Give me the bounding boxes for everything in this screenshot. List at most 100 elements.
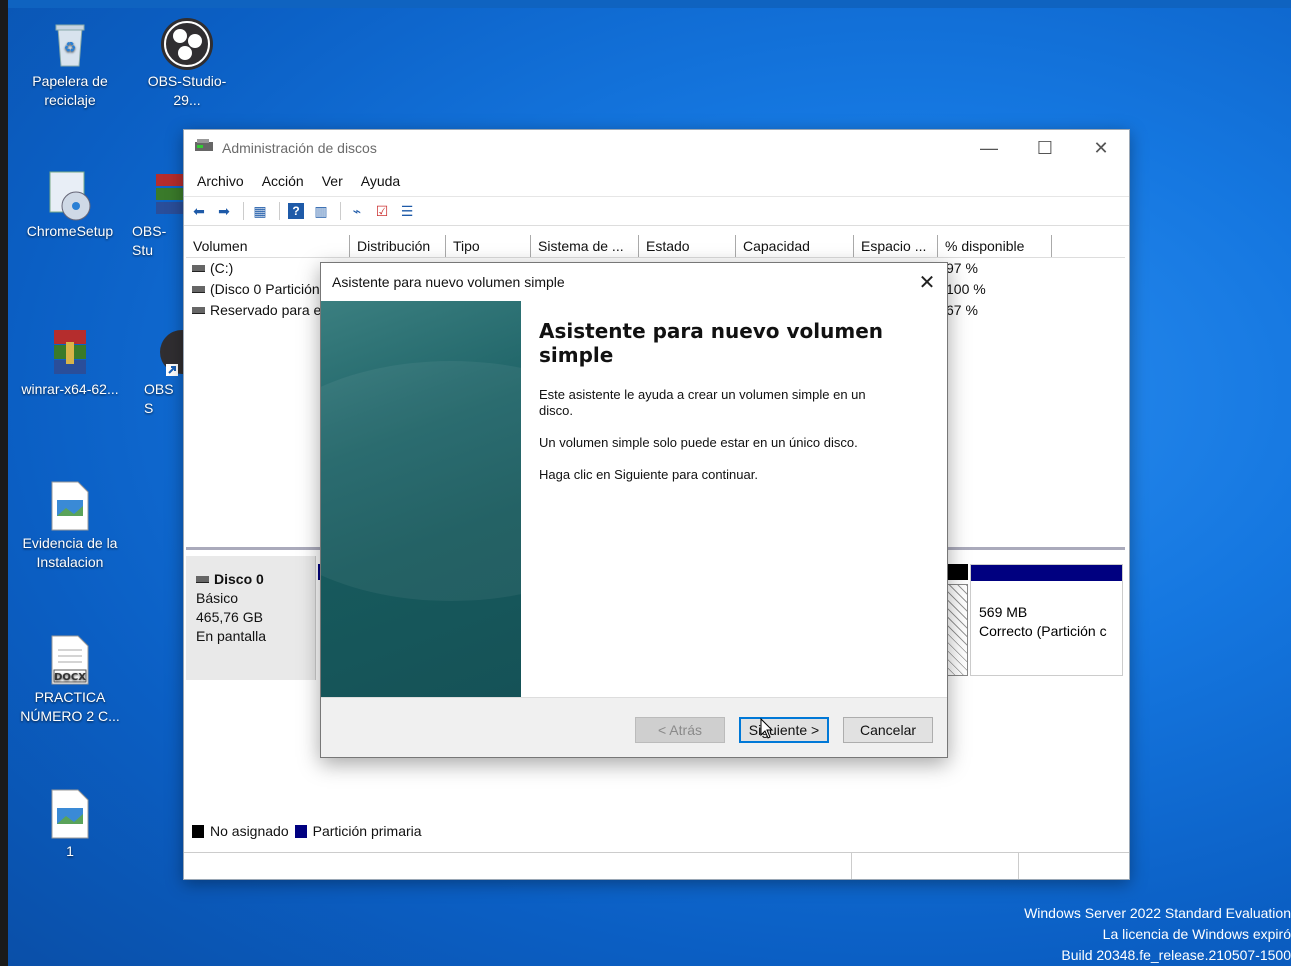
desktop-icon-recycle-bin[interactable]: ♻ Papelera de reciclaje [20,18,120,110]
close-button[interactable]: ✕ [1073,130,1129,166]
row-available: 67 % [946,302,978,318]
col-estado[interactable]: Estado [639,235,736,257]
windows-watermark: Windows Server 2022 Standard Evaluation … [1024,903,1291,966]
wizard-close-button[interactable]: ✕ [907,270,947,295]
obs-icon [161,18,213,70]
menu-archivo[interactable]: Archivo [188,173,253,189]
desktop-icon-label: winrar-x64-62... [21,381,119,397]
desktop-icon-1[interactable]: 1 [20,788,120,861]
minimize-icon: — [980,137,998,158]
desktop-icon-chromesetup[interactable]: ChromeSetup [20,168,120,241]
connect-icon[interactable]: ⌁ [346,201,368,221]
desktop-icon-evidencia[interactable]: Evidencia de la Instalacion [20,480,120,572]
disk-type: Básico [196,590,239,606]
cancel-button[interactable]: Cancelar [843,717,933,743]
primary-band [971,565,1122,581]
properties-icon[interactable]: ☰ [396,201,418,221]
desktop-icon-label: 1 [66,843,74,859]
maximize-button[interactable]: ☐ [1017,130,1073,166]
col-espacio[interactable]: Espacio ... [854,235,938,257]
desktop-icon-obs[interactable]: OBS-Studio-29... [137,18,237,110]
desktop-icon-label: Evidencia de la Instalacion [22,535,118,570]
status-divider [851,853,852,879]
cursor-arrow-icon [760,717,774,739]
maximize-icon: ☐ [1036,137,1054,158]
legend-primary: Partición primaria [312,823,422,839]
wizard-title: Asistente para nuevo volumen simple [332,274,565,290]
col-sistema[interactable]: Sistema de ... [531,235,639,257]
legend-unallocated-swatch [192,824,204,838]
col-tipo[interactable]: Tipo [446,235,531,257]
row-volume: (C:) [210,260,234,276]
desktop-icon-label: OBS-Studio-29... [147,73,227,108]
image-file-icon [44,480,96,532]
drive-icon [192,285,205,293]
console-tree-icon[interactable]: ▦ [249,201,271,221]
svg-text:DOCX: DOCX [54,672,86,683]
next-button[interactable]: Siguiente > [739,717,829,743]
status-divider [1018,853,1019,879]
disk-name: Disco 0 [214,571,264,587]
menu-accion[interactable]: Acción [253,173,313,189]
left-border [0,0,8,966]
wizard-body: Asistente para nuevo volumen simple Este… [321,301,947,698]
toolbar-separator [279,202,280,220]
back-button[interactable]: < Atrás [635,717,725,743]
row-volume: (Disco 0 Partición [210,281,320,297]
forward-arrow-icon[interactable]: ➡ [213,201,235,221]
wizard-titlebar[interactable]: Asistente para nuevo volumen simple ✕ [321,263,947,301]
disk-icon [196,576,209,583]
toolbar-separator [340,202,341,220]
row-available: 97 % [946,260,978,276]
partition-status: Correcto (Partición c [979,623,1107,639]
help-icon[interactable]: ? [285,201,307,221]
disk-0-info[interactable]: Disco 0 Básico 465,76 GB En pantalla [186,556,316,680]
menu-ver[interactable]: Ver [313,173,352,189]
col-distribucion[interactable]: Distribución [350,235,446,257]
partition-hatch [946,584,968,676]
disk-status: En pantalla [196,628,267,644]
minimize-button[interactable]: — [961,130,1017,166]
menu-ayuda[interactable]: Ayuda [352,173,409,189]
desktop-icon-label: OBS S [144,381,174,416]
status-bar [184,852,1129,879]
row-available: 100 % [946,281,986,297]
desktop-icon-practica[interactable]: DOCX PRACTICA NÚMERO 2 C... [20,634,120,726]
window-titlebar[interactable]: Administración de discos — ☐ ✕ [184,130,1129,166]
table-header: Volumen Distribución Tipo Sistema de ...… [186,235,1125,258]
col-volumen[interactable]: Volumen [186,235,350,257]
disk-management-icon [194,138,214,159]
watermark-edition: Windows Server 2022 Standard Evaluation [1024,905,1291,921]
legend-unallocated: No asignado [210,823,289,839]
wizard-paragraph-1: Este asistente le ayuda a crear un volum… [539,387,866,418]
winrar-archive-icon [156,168,184,220]
desktop-icon-obs-shortcut[interactable]: OBS S [144,326,184,418]
drive-icon [192,306,205,314]
partition-size: 569 MB [979,604,1028,620]
unallocated-partition[interactable] [946,564,968,676]
show-pane-icon[interactable]: ▥ [310,201,332,221]
col-disponible[interactable]: % disponible [938,235,1052,257]
svg-text:♻: ♻ [64,39,77,55]
desktop-icon-obs-studio-archive[interactable]: OBS-Stu [132,168,184,260]
toolbar-separator [243,202,244,220]
wizard-banner-image [321,301,521,697]
close-icon: ✕ [918,271,936,294]
row-volume: Reservado para e [210,302,322,318]
col-capacidad[interactable]: Capacidad [736,235,854,257]
unallocated-band [946,564,968,580]
wizard-paragraph-2: Un volumen simple solo puede estar en un… [539,435,858,450]
desktop-icon-label: PRACTICA NÚMERO 2 C... [20,689,120,724]
top-border [0,0,1291,8]
banner-swoosh [321,361,521,601]
window-title: Administración de discos [222,140,377,156]
desktop-icon-winrar[interactable]: winrar-x64-62... [20,326,120,399]
wizard-content: Asistente para nuevo volumen simple Este… [539,319,889,499]
winrar-icon [44,326,96,378]
recovery-partition[interactable]: 569 MB Correcto (Partición c [970,564,1123,676]
disk-size: 465,76 GB [196,609,263,625]
drive-icon [192,264,205,272]
docx-file-icon: DOCX [44,634,96,686]
check-icon[interactable]: ☑ [371,201,393,221]
back-arrow-icon[interactable]: ⬅ [188,201,210,221]
